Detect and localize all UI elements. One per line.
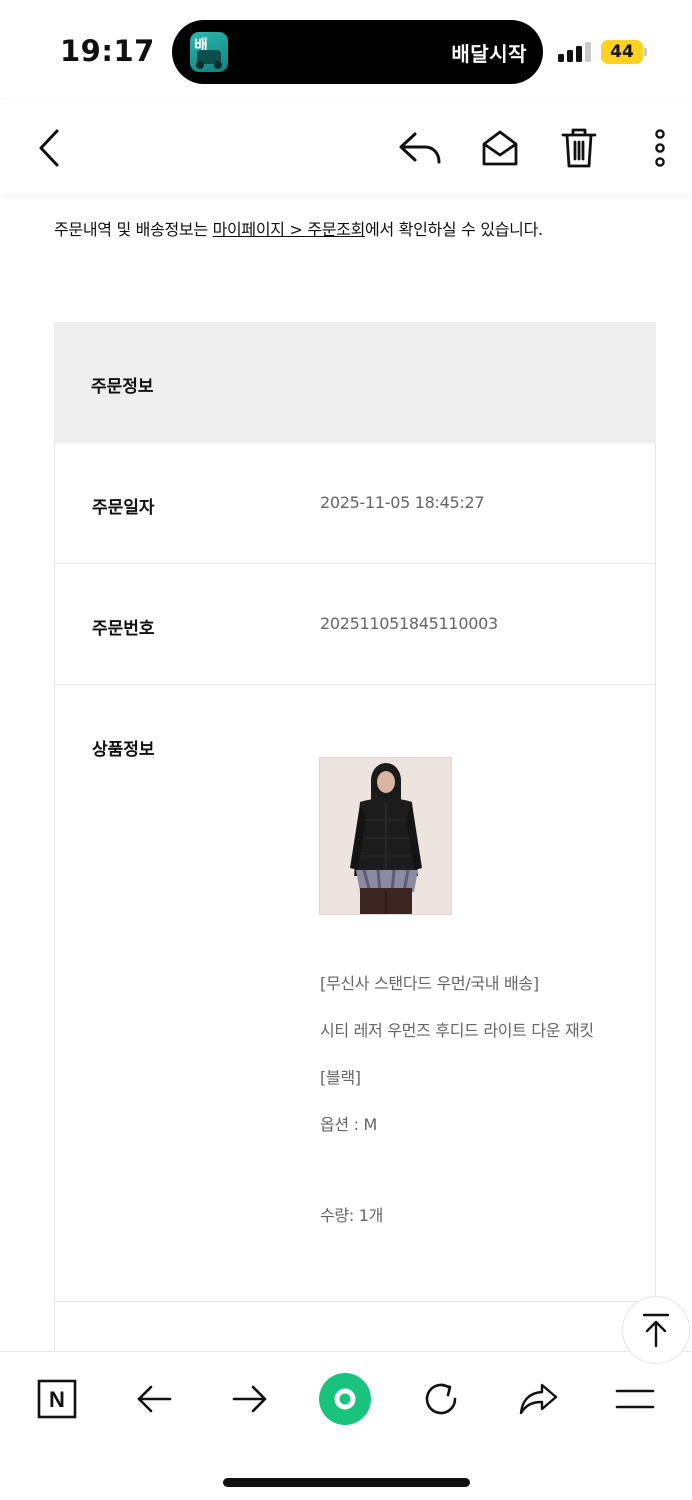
- share-icon: [519, 1383, 558, 1415]
- product-image[interactable]: [319, 757, 452, 915]
- status-bar: 19:17 배 배달시작 44: [0, 0, 692, 100]
- back-button[interactable]: [26, 124, 74, 172]
- order-info-header: 주문정보: [54, 322, 656, 443]
- order-number-row: 주문번호 202511051845110003: [54, 564, 656, 685]
- mark-unread-button[interactable]: [476, 124, 524, 172]
- notice-suffix: 에서 확인하실 수 있습니다.: [365, 220, 543, 239]
- product-info-label: 상품정보: [92, 740, 155, 760]
- naver-n-icon: N: [37, 1379, 77, 1419]
- more-vertical-icon: [655, 129, 665, 167]
- product-name: 시티 레저 우먼즈 후디드 라이트 다운 재킷: [320, 1021, 594, 1040]
- live-activity-text: 배달시작: [451, 42, 527, 66]
- notice-prefix: 주문내역 및 배송정보는: [54, 220, 213, 239]
- order-info-table: 주문정보 주문일자 2025-11-05 18:45:27 주문번호 20251…: [54, 322, 656, 1362]
- reply-icon: [399, 132, 441, 164]
- arrow-up-icon: [642, 1313, 670, 1348]
- product-color: [블랙]: [320, 1068, 361, 1087]
- browser-back-button[interactable]: [127, 1372, 181, 1426]
- status-time: 19:17: [60, 34, 155, 68]
- refresh-icon: [425, 1383, 457, 1415]
- product-option: 옵션 : M: [320, 1115, 378, 1134]
- forward-arrow-icon: [232, 1385, 267, 1413]
- order-number-value: 202511051845110003: [320, 614, 498, 633]
- battery-level: 44: [601, 40, 643, 64]
- scroll-top-button[interactable]: [622, 1296, 690, 1364]
- back-arrow-icon: [137, 1385, 172, 1413]
- mail-toolbar: [0, 100, 692, 194]
- share-button[interactable]: [511, 1372, 565, 1426]
- product-brand: [무신사 스탠다드 우먼/국내 배송]: [320, 974, 539, 993]
- order-info-title: 주문정보: [91, 377, 154, 397]
- trash-icon: [561, 128, 597, 168]
- menu-icon: [615, 1389, 655, 1409]
- delivery-app-icon: 배: [190, 32, 228, 72]
- reply-button[interactable]: [396, 124, 444, 172]
- product-quantity: 수량: 1개: [320, 1206, 384, 1225]
- dynamic-island[interactable]: 배 배달시작: [172, 20, 543, 84]
- battery-icon: 44: [601, 40, 647, 64]
- product-info-row: 상품정보 [무신사 스탠다드 우먼/국내 배송] 시티 레저 우먼즈 후디드 라…: [54, 685, 656, 1302]
- order-notice: 주문내역 및 배송정보는 마이페이지 > 주문조회에서 확인하실 수 있습니다.: [54, 216, 543, 240]
- menu-button[interactable]: [608, 1372, 662, 1426]
- green-dot-icon: [319, 1373, 371, 1425]
- product-photo: [320, 758, 451, 914]
- back-chevron-icon: [39, 129, 59, 167]
- browser-bottom-bar: N: [0, 1351, 692, 1500]
- green-dot-button[interactable]: [318, 1372, 372, 1426]
- delete-button[interactable]: [555, 124, 603, 172]
- refresh-button[interactable]: [414, 1372, 468, 1426]
- order-date-value: 2025-11-05 18:45:27: [320, 493, 485, 512]
- order-date-label: 주문일자: [92, 498, 155, 518]
- cellular-signal-icon: [558, 42, 592, 62]
- order-date-row: 주문일자 2025-11-05 18:45:27: [54, 443, 656, 564]
- home-indicator[interactable]: [223, 1478, 470, 1487]
- more-button[interactable]: [636, 124, 684, 172]
- browser-forward-button[interactable]: [223, 1372, 277, 1426]
- svg-text:N: N: [49, 1387, 65, 1412]
- naver-home-button[interactable]: N: [30, 1372, 84, 1426]
- order-number-label: 주문번호: [92, 619, 155, 639]
- mail-open-icon: [482, 130, 518, 166]
- mypage-order-link[interactable]: 마이페이지 > 주문조회: [213, 220, 366, 239]
